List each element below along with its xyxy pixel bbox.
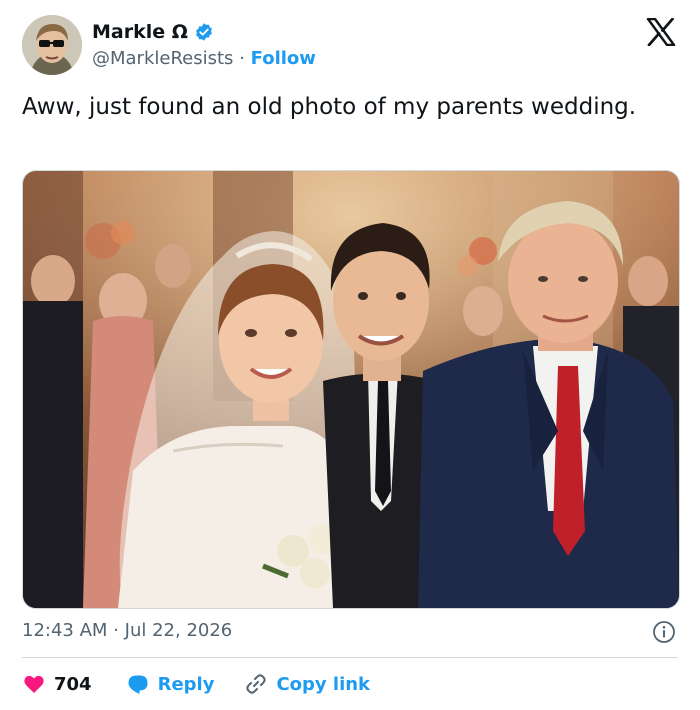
author-display-name[interactable]: Markle Ω (92, 21, 188, 43)
author-handle[interactable]: @MarkleResists (92, 48, 233, 69)
author-name-row[interactable]: Markle Ω (92, 21, 214, 43)
copy-link-button[interactable]: Copy link (244, 672, 370, 696)
verified-badge-icon (195, 23, 212, 41)
like-button[interactable]: 704 (22, 672, 92, 696)
copy-link-label: Copy link (276, 673, 371, 695)
wedding-photo-image (23, 171, 679, 608)
avatar[interactable] (22, 15, 82, 75)
reply-label: Reply (157, 673, 215, 695)
reply-button[interactable]: Reply (126, 672, 215, 696)
info-icon[interactable] (652, 620, 676, 644)
timestamp-separator: · (113, 620, 119, 641)
tweet-text: Aww, just found an old photo of my paren… (22, 94, 637, 120)
tweet-photo[interactable] (22, 170, 680, 609)
follow-button[interactable]: Follow (251, 48, 316, 69)
handle-line: @MarkleResists · Follow (92, 48, 316, 69)
action-bar: 704 Reply Copy link (22, 670, 370, 698)
reply-bubble-icon (128, 675, 148, 694)
link-icon (246, 674, 267, 694)
tweet-timestamp[interactable]: 12:43 AM · Jul 22, 2026 (22, 620, 232, 641)
tweet-date: Jul 22, 2026 (124, 620, 233, 641)
x-logo-icon[interactable] (646, 18, 676, 46)
divider (22, 657, 678, 658)
handle-separator: · (239, 48, 245, 69)
heart-icon (24, 675, 44, 693)
like-count: 704 (54, 673, 92, 695)
tweet-time: 12:43 AM (22, 620, 108, 641)
avatar-image (22, 15, 82, 75)
